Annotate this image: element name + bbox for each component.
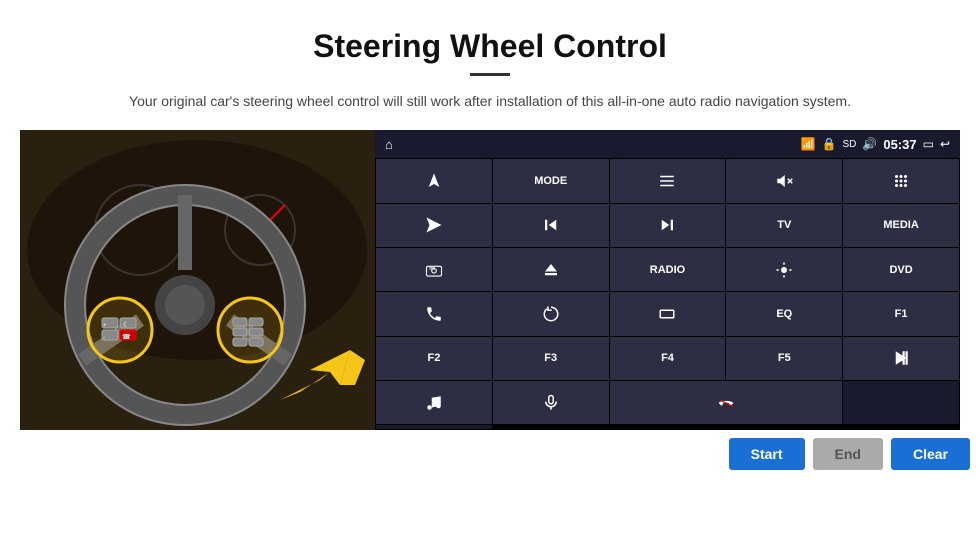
- button-grid: MODE T: [375, 158, 960, 430]
- brightness-button[interactable]: [726, 248, 842, 291]
- empty-button-2: [376, 425, 492, 429]
- mute-button[interactable]: [726, 159, 842, 202]
- lock-icon: 🔒: [822, 137, 837, 151]
- content-area: + - ☾ ☎ ⌂: [0, 130, 980, 430]
- svg-text:-: -: [103, 335, 105, 341]
- apps-button[interactable]: [843, 159, 959, 202]
- tv-button[interactable]: TV: [726, 204, 842, 247]
- back-icon: ↩: [940, 137, 950, 151]
- end-button[interactable]: End: [813, 438, 883, 470]
- page-title: Steering Wheel Control: [0, 0, 980, 65]
- subtitle-text: Your original car's steering wheel contr…: [100, 90, 880, 112]
- f2-button[interactable]: F2: [376, 337, 492, 380]
- list-button[interactable]: [610, 159, 726, 202]
- steering-wheel-image: + - ☾ ☎: [20, 130, 375, 430]
- send-button[interactable]: [376, 204, 492, 247]
- cam360-button[interactable]: 360: [376, 248, 492, 291]
- dvd-button[interactable]: DVD: [843, 248, 959, 291]
- title-divider: [470, 73, 510, 76]
- callend-button[interactable]: [610, 381, 843, 424]
- prev-button[interactable]: [493, 204, 609, 247]
- f4-button[interactable]: F4: [610, 337, 726, 380]
- status-bar-left: ⌂: [385, 137, 393, 152]
- wifi-icon: 📶: [801, 137, 816, 151]
- playpause-button[interactable]: [843, 337, 959, 380]
- nav-button[interactable]: [376, 159, 492, 202]
- home-icon: ⌂: [385, 137, 393, 152]
- phone-button[interactable]: [376, 292, 492, 335]
- status-time: 05:37: [883, 137, 916, 152]
- status-bar-right: 📶 🔒 SD 🔊 05:37 ▭ ↩: [801, 137, 950, 152]
- music-button[interactable]: [376, 381, 492, 424]
- eject-button[interactable]: [493, 248, 609, 291]
- empty-button-1: [843, 381, 959, 424]
- action-bar: Start End Clear: [0, 430, 980, 478]
- clear-button[interactable]: Clear: [891, 438, 970, 470]
- svg-text:360: 360: [429, 266, 435, 270]
- svg-text:☾: ☾: [123, 321, 129, 329]
- svg-text:+: +: [103, 323, 107, 329]
- mic-button[interactable]: [493, 381, 609, 424]
- rect-button[interactable]: [610, 292, 726, 335]
- swirl-button[interactable]: [493, 292, 609, 335]
- radio-button[interactable]: RADIO: [610, 248, 726, 291]
- control-panel: ⌂ 📶 🔒 SD 🔊 05:37 ▭ ↩ MODE: [375, 130, 960, 430]
- f5-button[interactable]: F5: [726, 337, 842, 380]
- f1-button[interactable]: F1: [843, 292, 959, 335]
- status-bar: ⌂ 📶 🔒 SD 🔊 05:37 ▭ ↩: [375, 130, 960, 158]
- mode-button[interactable]: MODE: [493, 159, 609, 202]
- start-button[interactable]: Start: [729, 438, 805, 470]
- eq-button[interactable]: EQ: [726, 292, 842, 335]
- next-button[interactable]: [610, 204, 726, 247]
- screen-icon: ▭: [923, 137, 934, 151]
- sd-icon: SD: [842, 139, 856, 150]
- svg-text:☎: ☎: [122, 333, 131, 341]
- media-button[interactable]: MEDIA: [843, 204, 959, 247]
- f3-button[interactable]: F3: [493, 337, 609, 380]
- bluetooth-icon: 🔊: [862, 137, 877, 151]
